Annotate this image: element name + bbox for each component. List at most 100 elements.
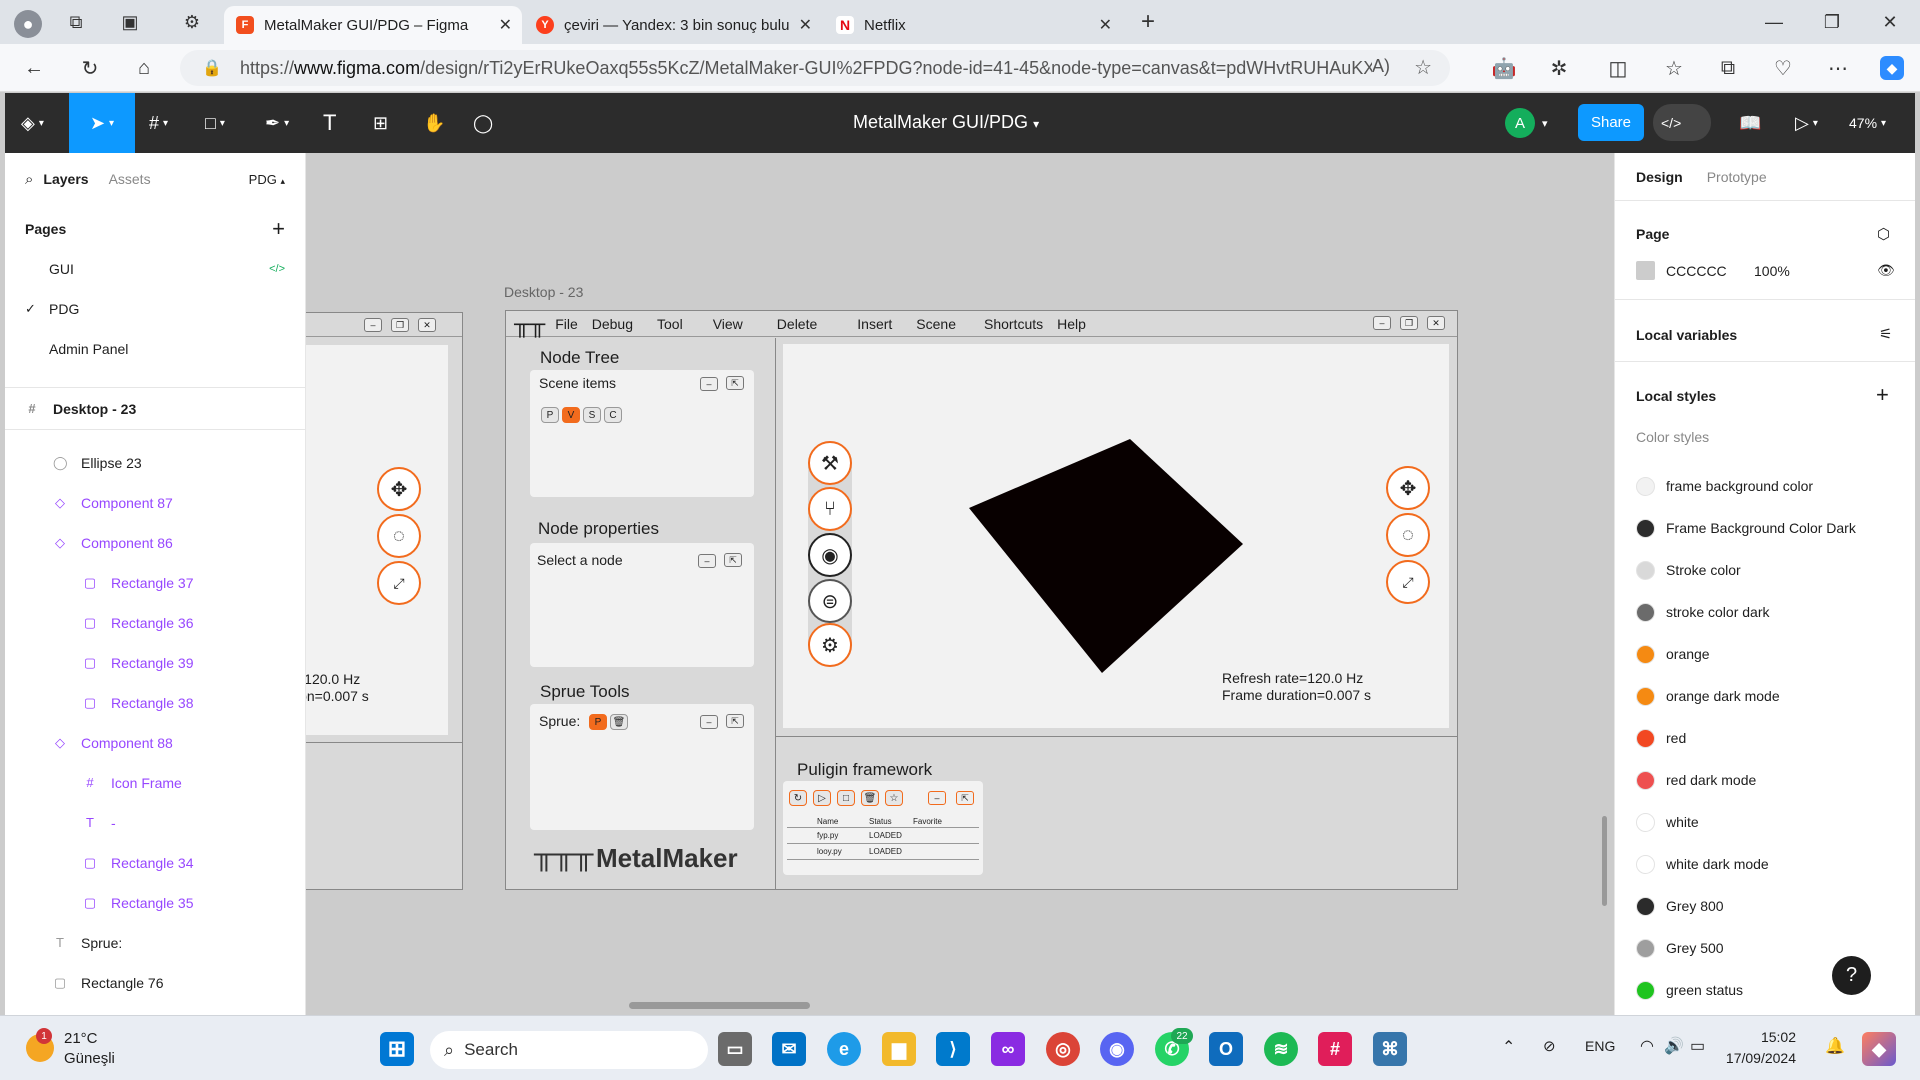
layer-row[interactable]: ◯ Ellipse 23 <box>5 443 305 483</box>
task-view-icon[interactable]: ▭ <box>718 1032 752 1066</box>
color-style-item[interactable]: orange <box>1636 639 1710 669</box>
local-variables-heading[interactable]: Local variables <box>1636 327 1737 343</box>
pen-tool-button[interactable]: ✒ ▾ <box>265 107 289 139</box>
collapse-icon[interactable]: – <box>700 715 718 729</box>
eye-icon[interactable]: 👁 <box>1877 262 1895 279</box>
menu-item[interactable]: Scene <box>916 316 956 332</box>
menu-item[interactable]: View <box>713 316 743 332</box>
minimize-icon[interactable]: – <box>1373 316 1391 330</box>
play-icon[interactable]: ▷ <box>813 790 831 806</box>
stop-icon[interactable]: □ <box>837 790 855 806</box>
weather-temp[interactable]: 21°C <box>64 1030 98 1047</box>
menu-item[interactable]: Tool <box>657 316 683 332</box>
delete-icon[interactable]: 🗑 <box>861 790 879 806</box>
color-style-item[interactable]: Frame Background Color Dark <box>1636 513 1856 543</box>
dev-mode-toggle[interactable]: </> <box>1653 104 1711 141</box>
refresh-icon[interactable]: ↻ <box>789 790 807 806</box>
collapse-icon[interactable]: – <box>928 791 946 805</box>
new-tab-button[interactable]: + <box>1136 8 1160 35</box>
menu-item[interactable]: Insert <box>857 316 892 332</box>
sprue-pill-p[interactable]: P <box>589 714 607 730</box>
close-tab-icon[interactable]: ✕ <box>499 15 512 35</box>
page-item[interactable]: Admin Panel <box>5 329 305 369</box>
text-tool-button[interactable]: T <box>323 107 336 139</box>
file-explorer-icon[interactable]: ▆ <box>882 1032 916 1066</box>
color-style-item[interactable]: white <box>1636 807 1699 837</box>
layer-row[interactable]: ▢ Rectangle 37 <box>5 563 305 603</box>
black-cube-shape[interactable] <box>969 439 1243 673</box>
split-screen-icon[interactable]: ◫ <box>1606 56 1630 80</box>
layer-row[interactable]: ▢ Rectangle 38 <box>5 683 305 723</box>
extensions-icon[interactable]: ✲ <box>1547 56 1571 80</box>
document-title[interactable]: MetalMaker GUI/PDG ▾ <box>853 112 1039 133</box>
clock-time[interactable]: 15:02 <box>1738 1029 1796 1045</box>
workspaces-icon[interactable]: ⧉ <box>64 10 88 34</box>
fullscreen-icon[interactable]: ⤢ <box>1386 560 1430 604</box>
color-style-item[interactable]: Grey 800 <box>1636 891 1724 921</box>
weather-desc[interactable]: Güneşli <box>64 1050 115 1067</box>
vertical-scrollbar[interactable] <box>1602 816 1607 906</box>
page-color-hex[interactable]: CCCCCC <box>1666 263 1754 279</box>
color-style-item[interactable]: stroke color dark <box>1636 597 1769 627</box>
notifications-bell-icon[interactable]: 🔔 <box>1825 1036 1845 1056</box>
variables-settings-icon[interactable]: ⚟ <box>1879 325 1892 343</box>
color-style-item[interactable]: frame background color <box>1636 471 1813 501</box>
scene-pill[interactable]: V <box>562 407 580 423</box>
layer-row[interactable]: ◇ Component 86 <box>5 523 305 563</box>
restore-icon[interactable]: ❐ <box>391 318 409 332</box>
scene-pill[interactable]: P <box>541 407 559 423</box>
scene-pill[interactable]: C <box>604 407 622 423</box>
popout-icon[interactable]: ⇱ <box>726 714 744 728</box>
start-windows-icon[interactable]: ⊞ <box>380 1032 414 1066</box>
present-button[interactable]: ▷ ▾ <box>1795 107 1818 139</box>
edge-icon[interactable]: e <box>827 1032 861 1066</box>
menu-item[interactable]: Debug <box>592 316 633 332</box>
python-icon[interactable]: ⌘ <box>1373 1032 1407 1066</box>
page-opacity[interactable]: 100% <box>1754 263 1790 279</box>
color-style-item[interactable]: red dark mode <box>1636 765 1756 795</box>
minimize-icon[interactable]: – <box>364 318 382 332</box>
collections-icon[interactable]: ⧉ <box>1716 56 1740 80</box>
avatar[interactable]: A <box>1505 108 1535 138</box>
wifi-icon[interactable]: ◠ <box>1640 1036 1654 1056</box>
close-tab-icon[interactable]: ✕ <box>799 15 812 35</box>
resources-button[interactable]: ⊞ <box>373 107 388 139</box>
vscode-icon[interactable]: ⟩ <box>936 1032 970 1066</box>
spotify-icon[interactable]: ≋ <box>1264 1032 1298 1066</box>
table-row[interactable]: looy.py LOADED <box>787 844 979 860</box>
scene-pill[interactable]: S <box>583 407 601 423</box>
language-indicator[interactable]: ENG <box>1585 1038 1615 1054</box>
tab-design[interactable]: Design <box>1636 169 1683 185</box>
fullscreen-icon[interactable]: ⤢ <box>377 561 421 605</box>
table-row[interactable]: fyp.py LOADED <box>787 828 979 844</box>
help-button[interactable]: ? <box>1832 956 1871 995</box>
browser-essentials-icon[interactable]: ♡ <box>1771 56 1795 80</box>
add-page-icon[interactable]: + <box>272 216 285 242</box>
popout-icon[interactable]: ⇱ <box>724 553 742 567</box>
url-field[interactable]: 🔒 https://www.figma.com/design/rTi2yErRU… <box>180 50 1450 86</box>
partial-frame[interactable]: – ❐ ✕ ✥ ◌ ⤢ =120.0 Hz ion=0.007 s <box>306 312 463 890</box>
layer-row[interactable]: ◇ Component 87 <box>5 483 305 523</box>
layer-row[interactable]: ▢ Rectangle 35 <box>5 883 305 923</box>
color-style-item[interactable]: orange dark mode <box>1636 681 1780 711</box>
shape-tool-button[interactable]: □ ▾ <box>205 107 225 139</box>
star-icon[interactable]: ☆ <box>885 790 903 806</box>
zoom-menu[interactable]: 47% ▾ <box>1849 107 1886 139</box>
read-aloud-icon[interactable]: A) <box>1372 56 1390 77</box>
move-gizmo-icon[interactable]: ✥ <box>377 467 421 511</box>
color-style-item[interactable]: Stroke color <box>1636 555 1741 585</box>
layer-row[interactable]: ◇ Component 88 <box>5 723 305 763</box>
mail-icon[interactable]: ✉ <box>772 1032 806 1066</box>
chevron-up-icon[interactable]: ⌃ <box>1502 1037 1515 1057</box>
viewport-3d[interactable]: ⚒ ⑂ ◉ ⊜ ⚙ ✥ ◌ ⤢ Refresh rate=120.0 Hz Fr… <box>783 344 1449 728</box>
page-color-swatch[interactable] <box>1636 261 1655 280</box>
add-style-icon[interactable]: + <box>1876 382 1889 408</box>
close-icon[interactable]: ✕ <box>418 318 436 332</box>
volume-icon[interactable]: 🔊 <box>1664 1036 1684 1056</box>
menu-item[interactable]: File <box>555 316 578 332</box>
outlook-icon[interactable]: O <box>1209 1032 1243 1066</box>
back-icon[interactable]: ← <box>22 56 46 80</box>
tab-prototype[interactable]: Prototype <box>1707 169 1767 185</box>
copilot-bot-icon[interactable]: 🤖 <box>1492 56 1517 80</box>
search-icon[interactable]: ⌕ <box>25 171 33 188</box>
